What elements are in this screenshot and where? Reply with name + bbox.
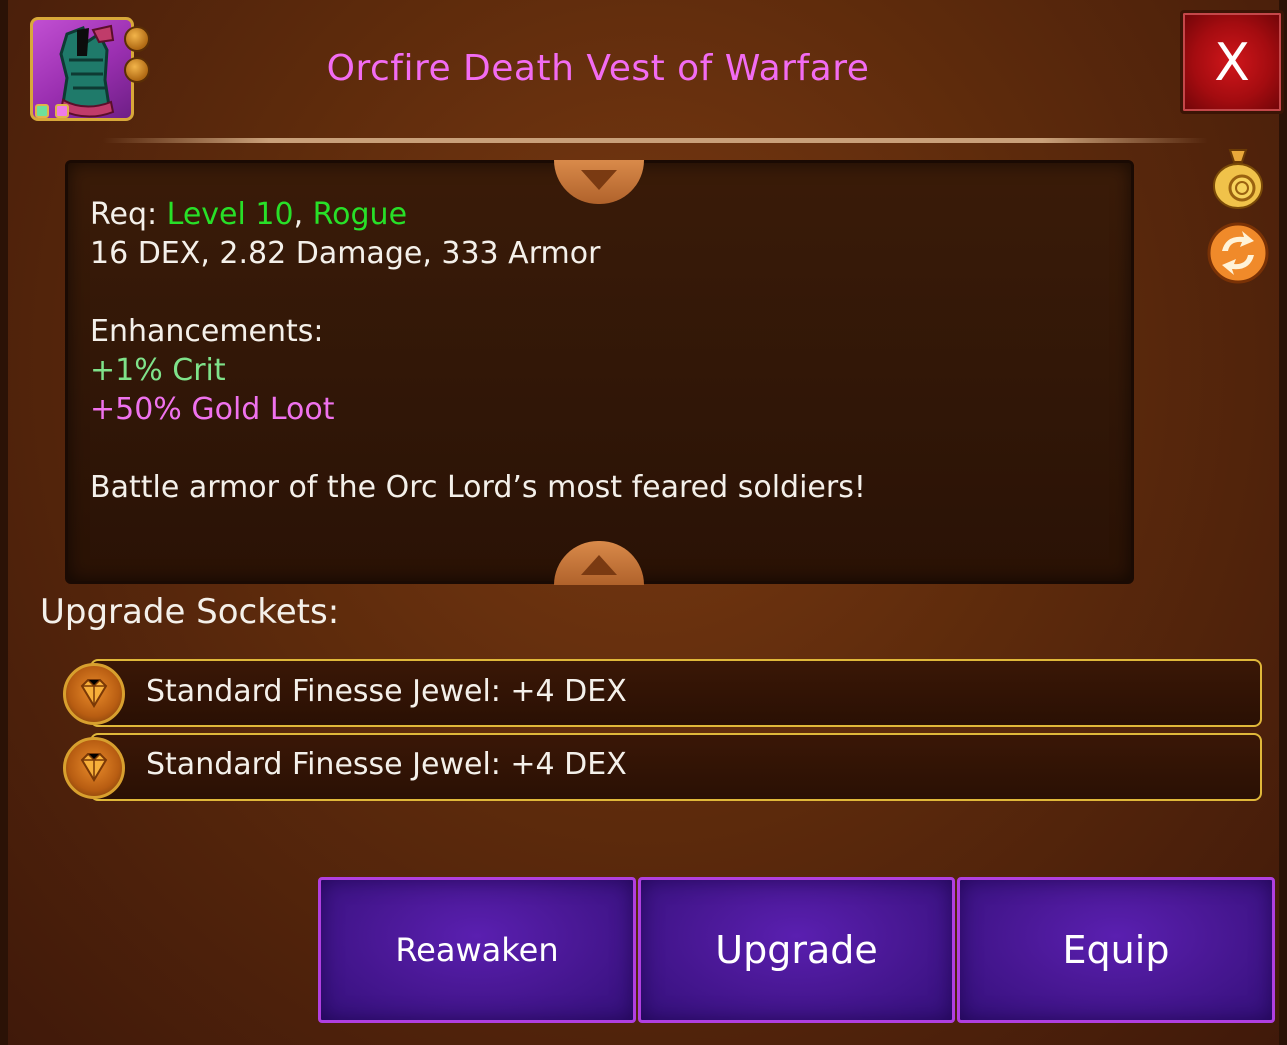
transfer-arrows-icon[interactable] bbox=[1206, 221, 1270, 285]
close-button[interactable]: X bbox=[1180, 10, 1284, 114]
item-icon bbox=[30, 17, 134, 121]
requirement-line: Req: Level 10, Rogue bbox=[90, 195, 1090, 234]
equip-button[interactable]: Equip bbox=[957, 877, 1275, 1023]
scroll-up-button[interactable] bbox=[554, 541, 644, 585]
flavor-text: Battle armor of the Orc Lord’s most fear… bbox=[90, 470, 866, 505]
required-class: Rogue bbox=[312, 197, 408, 232]
triangle-up-icon bbox=[581, 555, 617, 575]
gold-bag-icon[interactable] bbox=[1208, 144, 1268, 210]
item-description-text: Req: Level 10, Rogue 16 DEX, 2.82 Damage… bbox=[90, 195, 1090, 507]
socket-label: Standard Finesse Jewel: +4 DEX bbox=[146, 747, 627, 782]
enhancements-heading: Enhancements: bbox=[90, 314, 324, 349]
reawaken-button[interactable]: Reawaken bbox=[318, 877, 636, 1023]
enhancement-gold-loot: +50% Gold Loot bbox=[90, 392, 335, 427]
item-detail-dialog: Orcfire Death Vest of Warfare X Req: Lev… bbox=[0, 0, 1287, 1045]
requirement-separator: , bbox=[293, 197, 304, 232]
gem-slot-green-icon bbox=[35, 104, 49, 118]
socket-indicator-icon bbox=[124, 26, 150, 52]
stats-line: 16 DEX, 2.82 Damage, 333 Armor bbox=[90, 236, 601, 271]
item-title: Orcfire Death Vest of Warfare bbox=[326, 48, 870, 89]
socket-indicator-icon bbox=[124, 57, 150, 83]
upgrade-sockets-heading: Upgrade Sockets: bbox=[40, 592, 340, 632]
required-level: Level 10 bbox=[166, 197, 294, 232]
finesse-jewel-icon bbox=[63, 663, 125, 725]
finesse-jewel-icon bbox=[63, 737, 125, 799]
upgrade-button[interactable]: Upgrade bbox=[638, 877, 955, 1023]
title-divider bbox=[103, 138, 1208, 143]
socket-label: Standard Finesse Jewel: +4 DEX bbox=[146, 674, 627, 709]
gem-slot-pink-icon bbox=[55, 104, 69, 118]
requirement-label: Req: bbox=[90, 197, 158, 232]
enhancement-crit: +1% Crit bbox=[90, 353, 226, 388]
